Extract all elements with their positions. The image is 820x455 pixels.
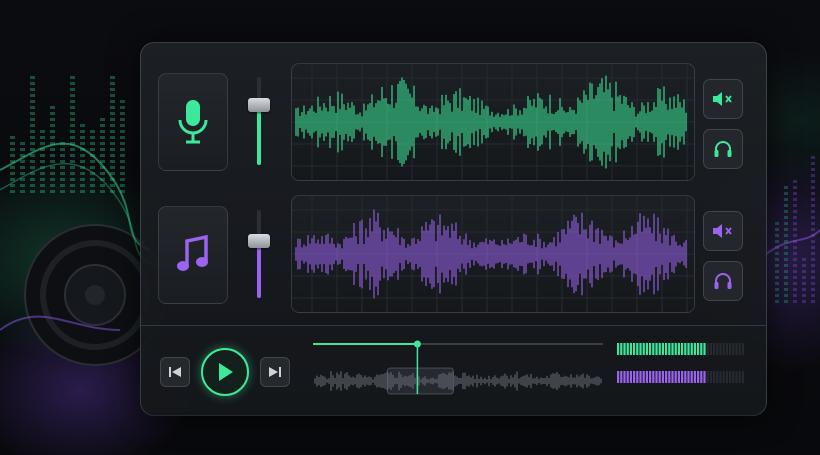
play-icon (219, 363, 233, 381)
music-mute-button[interactable] (703, 211, 743, 251)
speaker-mute-icon (713, 92, 732, 106)
skip-forward-icon (269, 367, 281, 377)
music-monitor-button[interactable] (703, 261, 743, 301)
microphone-icon (178, 100, 208, 144)
timeline-scrubber[interactable] (313, 334, 603, 404)
play-button[interactable] (201, 348, 249, 396)
music-note-icon (177, 235, 208, 271)
headphones-icon (714, 141, 732, 157)
voice-track-icon-tile (158, 73, 228, 171)
music-volume-fader[interactable] (248, 210, 270, 298)
headphones-icon (714, 273, 732, 289)
skip-forward-button[interactable] (260, 357, 290, 387)
voice-monitor-button[interactable] (703, 129, 743, 169)
mixer-panel (140, 42, 767, 416)
voice-mute-button[interactable] (703, 79, 743, 119)
music-track-icon-tile (158, 206, 228, 304)
skip-back-icon (169, 367, 181, 377)
fader-knob[interactable] (248, 233, 270, 248)
voice-waveform (291, 63, 695, 181)
speaker-mute-icon (713, 224, 732, 238)
skip-back-button[interactable] (160, 357, 190, 387)
voice-volume-fader[interactable] (248, 77, 270, 165)
level-meters (617, 343, 744, 383)
transport-bar (141, 325, 766, 416)
fader-knob[interactable] (248, 97, 270, 112)
music-waveform (291, 195, 695, 313)
